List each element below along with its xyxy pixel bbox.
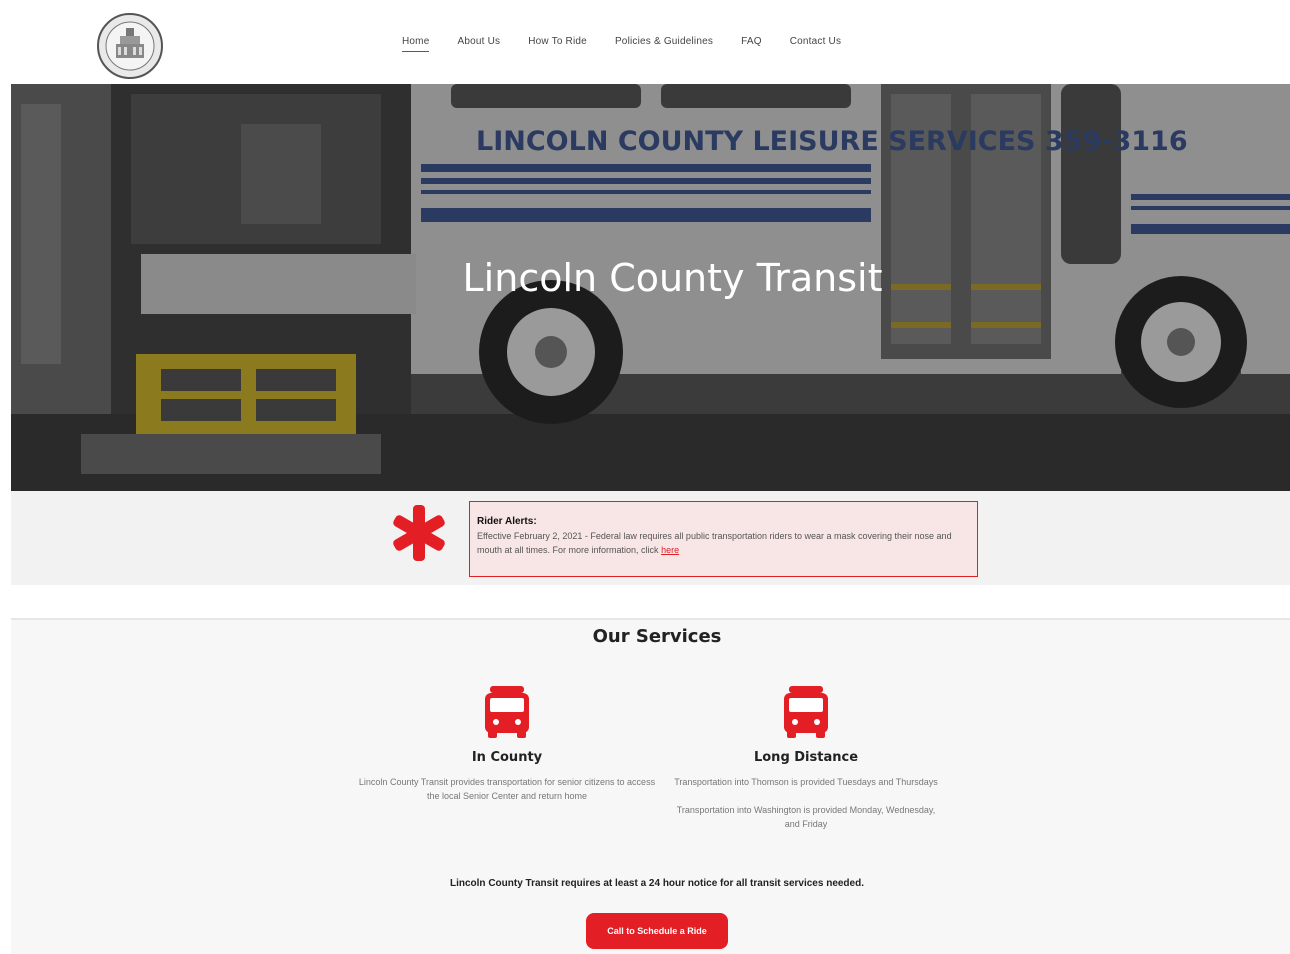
nav-contact-us[interactable]: Contact Us [790, 36, 841, 52]
service-description: Lincoln County Transit provides transpor… [358, 777, 656, 801]
asterisk-icon [393, 505, 445, 561]
nav-policies-guidelines[interactable]: Policies & Guidelines [615, 36, 713, 52]
site-header: Home About Us How To Ride Policies & Gui… [0, 0, 1290, 84]
bus-icon [485, 686, 529, 738]
alert-text: Effective February 2, 2021 - Federal law… [477, 529, 971, 557]
schedule-ride-button[interactable]: Call to Schedule a Ride [586, 913, 728, 949]
hero-banner: LINCOLN COUNTY LEISURE SERVICES 359-3116… [11, 84, 1290, 491]
service-in-county: In County Lincoln County Transit provide… [356, 686, 658, 803]
nav-faq[interactable]: FAQ [741, 36, 762, 52]
nav-about-us[interactable]: About Us [457, 36, 500, 52]
bus-icon [784, 686, 828, 738]
rider-alert-band: Rider Alerts: Effective February 2, 2021… [11, 491, 1290, 585]
alert-more-info-link[interactable]: here [661, 545, 679, 555]
rider-alert-box: Rider Alerts: Effective February 2, 2021… [469, 501, 978, 577]
services-title: Our Services [592, 626, 722, 647]
county-seal-icon[interactable] [96, 12, 164, 80]
notice-text: Lincoln County Transit requires at least… [449, 878, 864, 889]
service-description: Transportation into Washington is provid… [676, 805, 936, 829]
service-name: Long Distance [753, 750, 859, 765]
main-nav: Home About Us How To Ride Policies & Gui… [402, 36, 869, 52]
nav-home[interactable]: Home [402, 36, 430, 52]
bus-lettering: LINCOLN COUNTY LEISURE SERVICES 359-3116 [476, 126, 1188, 157]
service-name: In County [471, 750, 543, 765]
hero-title: Lincoln County Transit [462, 256, 883, 300]
alert-message: Effective February 2, 2021 - Federal law… [477, 531, 952, 555]
service-long-distance: Long Distance Transportation into Thomso… [674, 686, 938, 831]
service-description: Transportation into Thomson is provided … [674, 777, 938, 787]
nav-how-to-ride[interactable]: How To Ride [528, 36, 587, 52]
services-section: Our Services In County Lincoln County Tr… [11, 618, 1290, 954]
alert-title: Rider Alerts: [477, 516, 537, 527]
